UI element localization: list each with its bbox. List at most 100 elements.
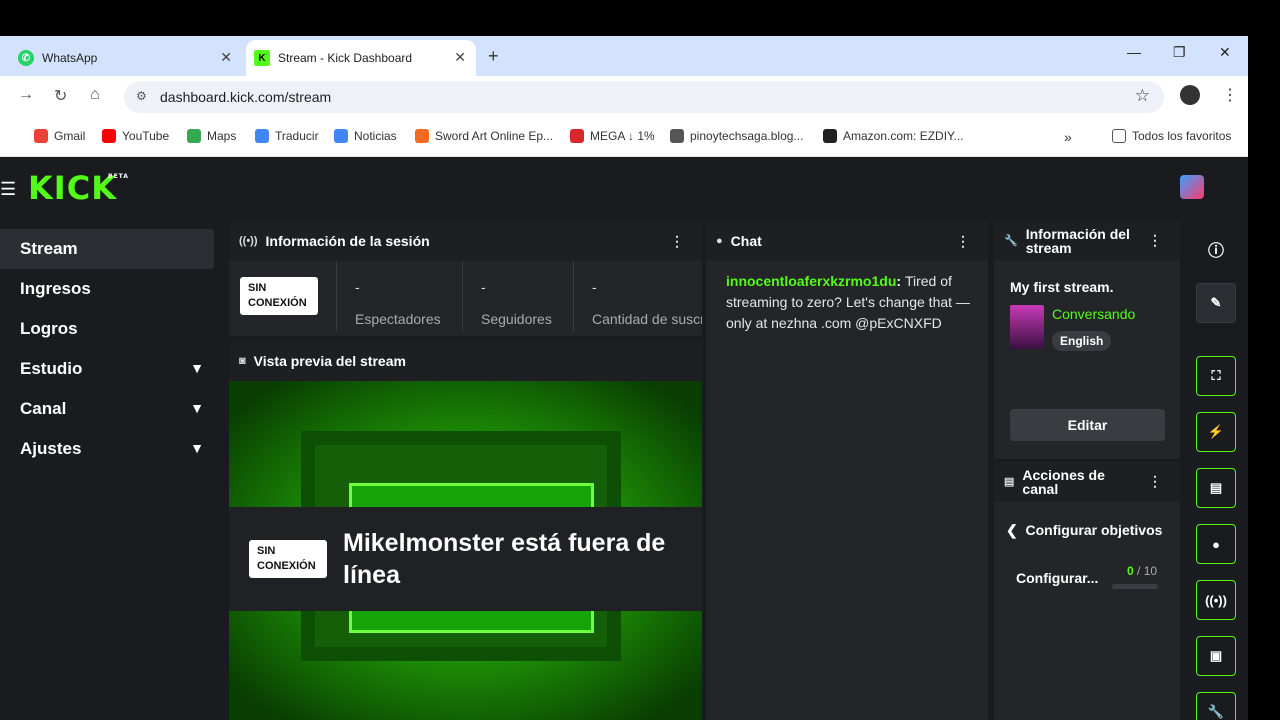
panel-header: ● Chat ⋮ [706,221,988,261]
profile-avatar[interactable] [1180,85,1200,105]
configure-goal-row[interactable]: Configurar... [1016,570,1098,586]
offline-badge: SIN CONEXIÓN [249,540,327,578]
close-window-icon[interactable]: ✕ [1219,44,1231,61]
all-bookmarks[interactable]: Todos los favoritos [1112,129,1231,143]
more-options-icon[interactable]: ⋮ [1148,233,1162,247]
restore-icon[interactable]: ❐ [1173,44,1186,61]
more-options-icon[interactable]: ⋮ [1148,474,1162,488]
stream-preview-panel: ◙ Vista previa del stream [229,341,702,381]
news-icon [334,129,348,143]
chevron-down-icon: ▼ [190,400,204,416]
stat-subscriptions: - Cantidad de suscripciones [592,279,702,327]
bookmarks-overflow[interactable]: » [1064,129,1072,145]
bookmark-maps[interactable]: Maps [187,129,236,143]
bookmark-youtube[interactable]: YouTube [102,129,169,143]
layout-icon[interactable]: ▣ [1196,636,1236,676]
wrench-icon[interactable]: 🔧 [1196,692,1236,720]
amazon-icon [823,129,837,143]
bookmarks-bar: Gmail YouTube Maps Traducir Noticias Swo… [0,118,1248,157]
close-icon[interactable]: ✕ [454,49,466,66]
stat-followers: - Seguidores [463,261,574,331]
category-label[interactable]: Conversando [1052,306,1135,322]
panel-header: ▤ Acciones de canal ⋮ [994,462,1180,502]
stream-info-panel: 🔧 Información del stream ⋮ My first stre… [994,221,1180,459]
configure-goals-back[interactable]: ❮ Configurar objetivos [1006,522,1162,539]
new-tab-icon[interactable]: + [488,46,499,67]
camera-icon: ◙ [239,355,246,367]
tab-title: WhatsApp [42,51,98,65]
home-icon[interactable]: ⌂ [90,86,100,104]
panel-header: 🔧 Información del stream ⋮ [994,221,1180,261]
translate-icon [255,129,269,143]
bookmark-mega[interactable]: MEGA ↓ 1% [570,129,655,143]
globe-icon [670,129,684,143]
mega-icon [570,129,584,143]
close-icon[interactable]: ✕ [220,49,232,66]
bookmark-pinoytechsaga[interactable]: pinoytechsaga.blog... [670,129,803,143]
language-tag: English [1052,331,1112,351]
bookmark-noticias[interactable]: Noticias [334,129,397,143]
tab-kick-dashboard[interactable]: K Stream - Kick Dashboard ✕ [246,40,476,76]
edit-icon[interactable]: ✎ [1196,283,1236,323]
broadcast-icon: ((•)) [239,235,258,247]
crunchyroll-icon [415,129,429,143]
browser-menu-icon[interactable]: ⋮ [1222,85,1238,105]
chevron-left-icon: ❮ [1006,522,1026,538]
session-info-panel: ((•)) Información de la sesión ⋮ SIN CON… [229,221,702,336]
chevron-down-icon: ▼ [190,440,204,456]
sidebar-item-canal[interactable]: Canal ▼ [0,389,214,429]
bolt-icon[interactable]: ⚡ [1196,412,1236,452]
sidebar-item-stream[interactable]: Stream [0,229,214,269]
bookmark-traducir[interactable]: Traducir [255,129,319,143]
sidebar-item-logros[interactable]: Logros [0,309,214,349]
channel-actions-panel: ▤ Acciones de canal ⋮ ❮ Configurar objet… [994,462,1180,720]
url-text: dashboard.kick.com/stream [160,89,332,105]
kick-dashboard: ☰ KICK BETA Stream Ingresos Logros Estud… [0,157,1248,720]
forward-icon[interactable]: → [18,86,34,104]
tab-whatsapp[interactable]: ✆ WhatsApp ✕ [0,40,242,76]
gmail-icon [34,129,48,143]
panel-header: ((•)) Información de la sesión ⋮ [229,221,702,261]
channel-icon: ▤ [1004,476,1015,488]
stat-viewers: - Espectadores [336,261,463,331]
chevron-down-icon: ▼ [190,360,204,376]
sidebar: Stream Ingresos Logros Estudio ▼ Canal ▼ A… [0,229,214,469]
more-options-icon[interactable]: ⋮ [670,233,684,250]
bookmark-sword-art[interactable]: Sword Art Online Ep... [415,129,553,143]
note-icon[interactable]: ▤ [1196,468,1236,508]
info-icon[interactable]: ⓘ [1208,237,1224,261]
tab-title: Stream - Kick Dashboard [278,51,413,65]
chat-message: innocentloaferxkzrmo1du: Tired of stream… [726,273,970,331]
more-options-icon[interactable]: ⋮ [956,233,970,250]
site-settings-icon[interactable]: ⚙ [136,89,147,103]
goal-count: 0 / 10 [1127,564,1158,578]
tab-strip: ✆ WhatsApp ✕ K Stream - Kick Dashboard ✕… [0,36,1248,76]
sidebar-item-estudio[interactable]: Estudio ▼ [0,349,214,389]
scan-icon[interactable]: ⛶ [1196,356,1236,396]
chat-username[interactable]: innocentloaferxkzrmo1du [726,273,896,289]
user-avatar[interactable] [1180,175,1204,199]
minimize-icon[interactable]: — [1127,44,1141,60]
browser-toolbar: → ↻ ⌂ ⚙ dashboard.kick.com/stream ☆ ⋮ [0,76,1248,118]
edit-button[interactable]: Editar [1010,409,1165,441]
chat-panel: ● Chat ⋮ innocentloaferxkzrmo1du: Tired … [706,221,988,720]
wrench-icon: 🔧 [1004,235,1018,247]
kick-logo[interactable]: KICK BETA [28,169,128,207]
sidebar-item-ingresos[interactable]: Ingresos [0,269,214,309]
goal-progress-bar [1112,584,1158,589]
hamburger-menu-icon[interactable]: ☰ [0,179,16,200]
reload-icon[interactable]: ↻ [54,86,67,106]
folder-icon [1112,129,1126,143]
bookmark-star-icon[interactable]: ☆ [1135,86,1150,106]
category-thumbnail [1010,305,1044,349]
bookmark-amazon[interactable]: Amazon.com: EZDIY... [823,129,964,143]
whatsapp-icon: ✆ [18,50,34,66]
chat-icon[interactable]: ● [1196,524,1236,564]
sidebar-item-ajustes[interactable]: Ajustes ▼ [0,429,214,469]
stream-title: My first stream. [1010,279,1114,295]
kick-icon: K [254,50,270,66]
bookmark-gmail[interactable]: Gmail [34,129,85,143]
broadcast-icon[interactable]: ((•)) [1196,580,1236,620]
maps-icon [187,129,201,143]
address-bar[interactable]: ⚙ dashboard.kick.com/stream ☆ [124,81,1164,113]
